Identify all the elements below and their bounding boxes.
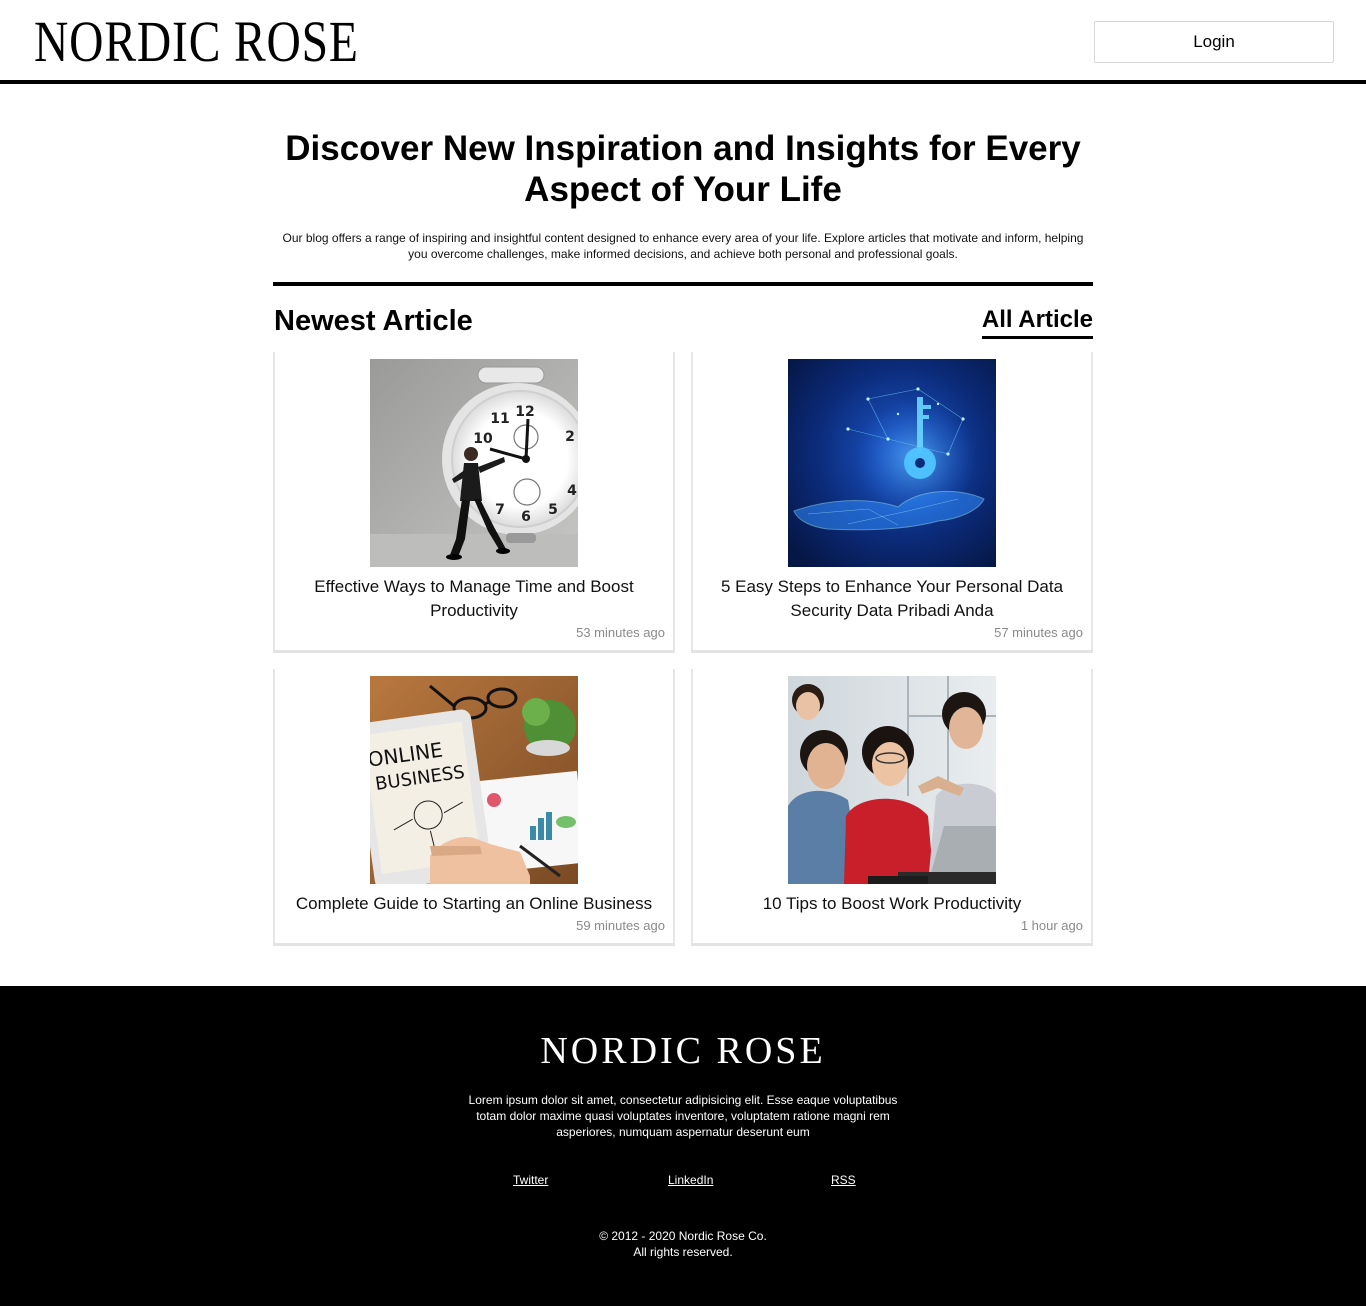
login-button[interactable]: Login: [1094, 21, 1334, 63]
article-card[interactable]: 12 11 10 2 4 5 6 7 Effective Ways to Man…: [273, 352, 675, 653]
site-header: NORDIC ROSE Login: [0, 0, 1366, 84]
svg-text:6: 6: [521, 509, 531, 525]
footer-logo: NORDIC ROSE: [540, 1030, 826, 1072]
article-thumbnail[interactable]: [788, 676, 996, 884]
svg-text:5: 5: [548, 502, 558, 518]
article-title[interactable]: 5 Easy Steps to Enhance Your Personal Da…: [703, 575, 1081, 623]
hero-title: Discover New Inspiration and Insights fo…: [285, 129, 1081, 209]
section-title: Newest Article: [274, 305, 473, 337]
linkedin-link[interactable]: LinkedIn: [668, 1172, 713, 1188]
article-title[interactable]: Effective Ways to Manage Time and Boost …: [285, 575, 663, 623]
svg-text:10: 10: [473, 431, 493, 447]
hero-description: Our blog offers a range of inspiring and…: [282, 231, 1084, 261]
site-footer: NORDIC ROSE Lorem ipsum dolor sit amet, …: [0, 986, 1366, 1306]
twitter-link[interactable]: Twitter: [513, 1172, 548, 1188]
clock-photo: 12 11 10 2 4 5 6 7: [370, 359, 578, 567]
article-time: 59 minutes ago: [576, 918, 665, 933]
rss-link[interactable]: RSS: [831, 1172, 856, 1188]
article-card[interactable]: 5 Easy Steps to Enhance Your Personal Da…: [691, 352, 1093, 653]
article-thumbnail[interactable]: 12 11 10 2 4 5 6 7: [370, 359, 578, 567]
article-thumbnail[interactable]: [788, 359, 996, 567]
footer-copyright: © 2012 - 2020 Nordic Rose Co. All rights…: [0, 1228, 1366, 1260]
footer-links: Twitter LinkedIn RSS: [0, 1172, 1366, 1190]
article-time: 53 minutes ago: [576, 625, 665, 640]
article-thumbnail[interactable]: ONLINE BUSINESS: [370, 676, 578, 884]
svg-text:4: 4: [567, 483, 577, 499]
newest-article-header: Newest Article All Article: [273, 300, 1093, 342]
data-security-photo: [788, 359, 996, 567]
online-business-photo: ONLINE BUSINESS: [370, 676, 578, 884]
all-article-link[interactable]: All Article: [981, 304, 1093, 339]
divider: [273, 282, 1093, 286]
svg-text:7: 7: [495, 502, 505, 518]
article-card[interactable]: 10 Tips to Boost Work Productivity 1 hou…: [691, 669, 1093, 946]
svg-text:12: 12: [515, 404, 534, 420]
svg-text:11: 11: [490, 411, 509, 427]
copyright-text: © 2012 - 2020 Nordic Rose Co.: [599, 1229, 767, 1243]
svg-text:2: 2: [565, 429, 575, 445]
article-time: 57 minutes ago: [994, 625, 1083, 640]
article-title[interactable]: 10 Tips to Boost Work Productivity: [703, 892, 1081, 916]
team-meeting-photo: [788, 676, 996, 884]
article-time: 1 hour ago: [1020, 918, 1083, 933]
footer-description: Lorem ipsum dolor sit amet, consectetur …: [468, 1093, 898, 1139]
rights-text: All rights reserved.: [633, 1245, 733, 1259]
hero-section: Discover New Inspiration and Insights fo…: [273, 88, 1093, 286]
article-title[interactable]: Complete Guide to Starting an Online Bus…: [285, 892, 663, 916]
article-card[interactable]: ONLINE BUSINESS Complete Guide to Starti…: [273, 669, 675, 946]
site-logo[interactable]: NORDIC ROSE: [34, 12, 359, 72]
